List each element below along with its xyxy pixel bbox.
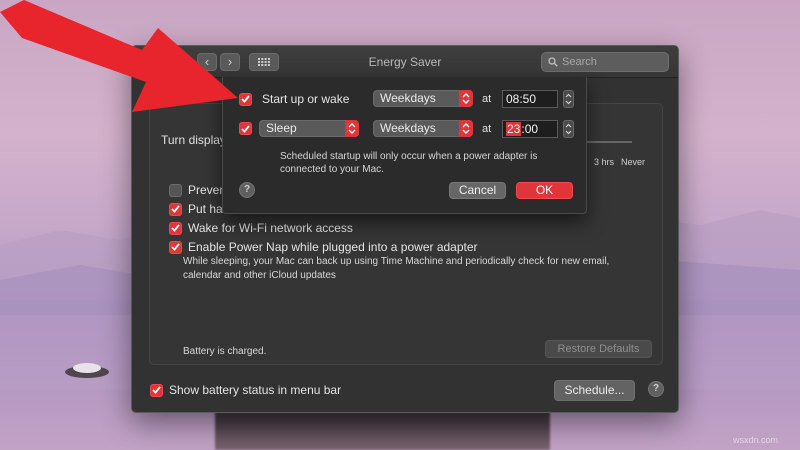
stepper-arrows-icon [565, 93, 572, 105]
power-nap-label: Enable Power Nap while plugged into a po… [188, 240, 478, 254]
wake-wifi-option[interactable]: Wake for Wi-Fi network access [169, 221, 353, 235]
ok-button[interactable]: OK [516, 182, 573, 199]
startup-time-field[interactable]: 08:50 [502, 90, 558, 108]
turn-display-label: Turn display [161, 133, 226, 147]
battery-status-text: Battery is charged. [183, 346, 267, 357]
sleep-time-field[interactable]: 23:00 [502, 120, 558, 138]
display-sleep-slider[interactable] [587, 141, 632, 143]
power-nap-checkbox[interactable] [169, 240, 182, 254]
startup-time-stepper[interactable] [563, 90, 574, 108]
show-battery-label: Show battery status in menu bar [169, 383, 342, 397]
show-battery-checkbox[interactable] [150, 383, 163, 397]
search-input[interactable] [562, 56, 662, 68]
sheet-help-icon[interactable]: ? [239, 182, 255, 198]
sleep-action-value: Sleep [266, 121, 297, 135]
slider-tick-never: Never [621, 157, 646, 167]
sleep-days-value: Weekdays [380, 121, 436, 135]
startup-days-value: Weekdays [380, 91, 436, 105]
sleep-time-hour-selected: 23 [506, 122, 522, 136]
checkmark-icon [171, 205, 180, 213]
sleep-time-minutes: :00 [521, 122, 539, 136]
startup-note: Scheduled startup will only occur when a… [280, 151, 538, 175]
stepper-arrows-icon [565, 123, 572, 135]
popup-arrows-icon [459, 120, 473, 137]
checkmark-icon [152, 386, 161, 394]
show-battery-option[interactable]: Show battery status in menu bar [150, 383, 341, 397]
slider-tick-3hrs: 3 hrs [594, 157, 615, 167]
popup-arrows-icon [459, 90, 473, 107]
wake-wifi-label: Wake for Wi-Fi network access [188, 221, 353, 235]
help-icon[interactable]: ? [648, 381, 664, 397]
wake-wifi-checkbox[interactable] [169, 221, 182, 235]
cancel-button[interactable]: Cancel [449, 182, 506, 199]
prevent-sleep-option[interactable]: Prevent [169, 183, 229, 197]
restore-defaults-button[interactable]: Restore Defaults [545, 340, 652, 358]
watermark-text: wsxdn.com [733, 435, 779, 445]
sleep-time-stepper[interactable] [563, 120, 574, 138]
prevent-sleep-checkbox[interactable] [169, 183, 182, 197]
search-field[interactable] [541, 52, 669, 72]
startup-at-label: at [482, 93, 492, 105]
power-nap-option[interactable]: Enable Power Nap while plugged into a po… [169, 240, 478, 254]
startup-time-value: 08:50 [506, 92, 537, 106]
sleep-days-popup[interactable]: Weekdays [373, 120, 473, 137]
wallpaper-dark-reflection [215, 412, 550, 450]
schedule-button[interactable]: Schedule... [554, 380, 635, 401]
schedule-sheet: Start up or wake Weekdays at 08:50 Sleep… [222, 77, 587, 214]
island-rock-icon [65, 363, 109, 378]
popup-arrows-icon [345, 120, 359, 137]
hard-disk-sleep-checkbox[interactable] [169, 202, 182, 216]
startup-label: Start up or wake [262, 92, 350, 106]
annotation-arrow-icon [0, 0, 238, 112]
checkmark-icon [171, 243, 180, 251]
sleep-action-popup[interactable]: Sleep [259, 120, 359, 137]
checkmark-icon [171, 224, 180, 232]
startup-days-popup[interactable]: Weekdays [373, 90, 473, 107]
search-icon [548, 57, 558, 67]
sleep-at-label: at [482, 123, 492, 135]
power-nap-description: While sleeping, your Mac can back up usi… [183, 256, 610, 281]
